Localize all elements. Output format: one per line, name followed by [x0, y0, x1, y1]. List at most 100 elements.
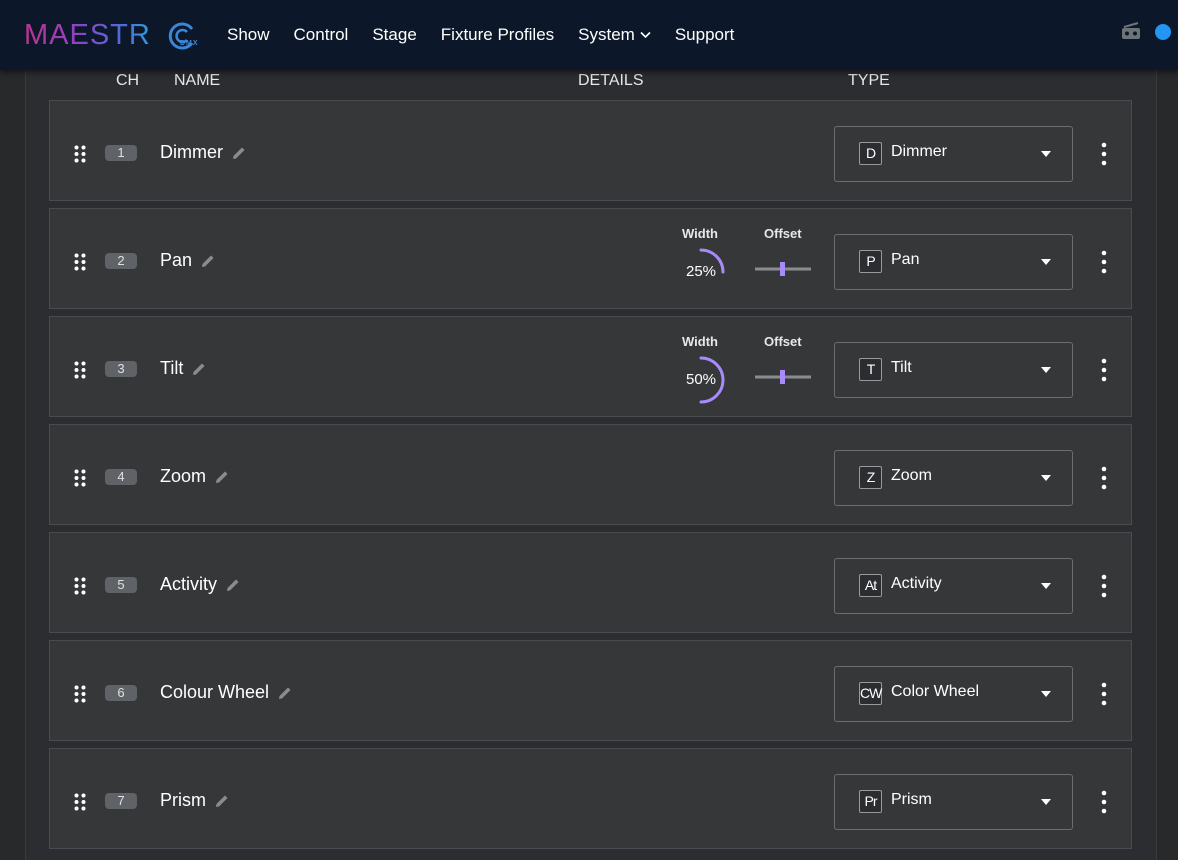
width-label: Width — [682, 226, 718, 241]
edit-pencil-icon[interactable] — [214, 469, 230, 485]
channel-name-label: Tilt — [160, 358, 184, 378]
dmx-device-icon[interactable] — [1120, 22, 1142, 42]
caret-down-icon — [1041, 475, 1051, 481]
type-select-value: Tilt — [891, 359, 912, 376]
edit-pencil-icon[interactable] — [214, 793, 230, 809]
column-header-details: DETAILS — [578, 72, 644, 89]
drag-handle-icon[interactable] — [74, 361, 86, 379]
type-select[interactable]: T Tilt — [834, 342, 1073, 398]
drag-handle-icon[interactable] — [74, 685, 86, 703]
caret-down-icon — [1041, 151, 1051, 157]
channel-row: 1 Dimmer D Dimmer — [49, 100, 1132, 201]
edit-pencil-icon[interactable] — [231, 145, 247, 161]
caret-down-icon — [1041, 259, 1051, 265]
column-header-name: NAME — [174, 72, 221, 89]
type-abbr-badge: Z — [859, 466, 882, 489]
more-options-icon[interactable] — [1101, 358, 1107, 382]
nav-stage[interactable]: Stage — [372, 25, 416, 45]
width-value: 25% — [686, 263, 717, 280]
drag-handle-icon[interactable] — [74, 577, 86, 595]
drag-handle-icon[interactable] — [74, 145, 86, 163]
nav-system-label: System — [578, 25, 635, 44]
offset-slider[interactable] — [755, 261, 811, 277]
more-options-icon[interactable] — [1101, 574, 1107, 598]
edit-pencil-icon[interactable] — [191, 361, 207, 377]
type-select-value: Prism — [891, 791, 932, 808]
more-options-icon[interactable] — [1101, 250, 1107, 274]
channel-number-badge: 7 — [105, 793, 137, 809]
type-select-value: Color Wheel — [891, 683, 980, 700]
offset-label: Offset — [764, 334, 802, 349]
top-navbar: MAESTR DMX Show Control Stage Fixture Pr… — [0, 0, 1178, 70]
channel-row: 7 Prism Pr Prism — [49, 748, 1132, 849]
channel-name-label: Dimmer — [160, 142, 223, 162]
offset-label: Offset — [764, 226, 802, 241]
nav-fixture-profiles[interactable]: Fixture Profiles — [441, 25, 554, 45]
column-header-type: TYPE — [848, 72, 890, 89]
nav-support[interactable]: Support — [675, 25, 735, 45]
offset-slider[interactable] — [755, 369, 811, 385]
channel-number-badge: 4 — [105, 469, 137, 485]
nav-show-label: Show — [227, 25, 270, 44]
channel-name: Zoom — [160, 466, 230, 487]
type-abbr-badge: CW — [859, 682, 882, 705]
channel-name: Prism — [160, 790, 230, 811]
type-abbr-badge: T — [859, 358, 882, 381]
more-options-icon[interactable] — [1101, 466, 1107, 490]
type-select[interactable]: Pr Prism — [834, 774, 1073, 830]
channel-row: 5 Activity At Activity — [49, 532, 1132, 633]
channel-name-label: Activity — [160, 574, 218, 594]
nav-system[interactable]: System — [578, 25, 651, 45]
channel-number-badge: 5 — [105, 577, 137, 593]
nav-fixture-profiles-label: Fixture Profiles — [440, 25, 555, 44]
channel-number-badge: 2 — [105, 253, 137, 269]
type-select[interactable]: P Pan — [834, 234, 1073, 290]
channel-name-label: Pan — [160, 250, 193, 270]
nav-stage-label: Stage — [372, 25, 417, 44]
edit-pencil-icon[interactable] — [200, 253, 216, 269]
type-abbr-badge: Pr — [859, 790, 882, 813]
width-label: Width — [682, 334, 718, 349]
channel-row: 3 Tilt Width 50% Offset T Tilt — [49, 316, 1132, 417]
channel-row: 6 Colour Wheel CW Color Wheel — [49, 640, 1132, 741]
nav-control-label: Control — [293, 25, 349, 44]
channel-name: Colour Wheel — [160, 682, 293, 703]
type-select-value: Activity — [891, 575, 942, 592]
type-select[interactable]: D Dimmer — [834, 126, 1073, 182]
logo-text: MAESTR — [24, 19, 151, 51]
channel-name: Activity — [160, 574, 241, 595]
type-select-value: Dimmer — [891, 143, 947, 160]
type-abbr-badge: P — [859, 250, 882, 273]
channel-name: Tilt — [160, 358, 207, 379]
drag-handle-icon[interactable] — [74, 253, 86, 271]
type-select[interactable]: Z Zoom — [834, 450, 1073, 506]
channel-name-label: Colour Wheel — [160, 682, 270, 702]
more-options-icon[interactable] — [1101, 682, 1107, 706]
nav-show[interactable]: Show — [227, 25, 270, 45]
type-select[interactable]: At Activity — [834, 558, 1073, 614]
type-abbr-badge: D — [859, 142, 882, 165]
chevron-down-icon — [640, 31, 651, 39]
width-value: 50% — [686, 371, 717, 388]
connection-status-dot — [1155, 24, 1171, 40]
main-nav: Show Control Stage Fixture Profiles Syst… — [227, 0, 758, 70]
channel-row: 2 Pan Width 25% Offset P Pan — [49, 208, 1132, 309]
edit-pencil-icon[interactable] — [277, 685, 293, 701]
type-select-value: Pan — [891, 251, 920, 268]
type-select-value: Zoom — [891, 467, 932, 484]
drag-handle-icon[interactable] — [74, 469, 86, 487]
channel-number-badge: 1 — [105, 145, 137, 161]
more-options-icon[interactable] — [1101, 790, 1107, 814]
channel-name-label: Zoom — [160, 466, 207, 486]
drag-handle-icon[interactable] — [74, 793, 86, 811]
caret-down-icon — [1041, 799, 1051, 805]
edit-pencil-icon[interactable] — [225, 577, 241, 593]
more-options-icon[interactable] — [1101, 142, 1107, 166]
caret-down-icon — [1041, 367, 1051, 373]
column-header-ch: CH — [116, 72, 140, 89]
nav-control[interactable]: Control — [294, 25, 349, 45]
channel-number-badge: 6 — [105, 685, 137, 701]
type-abbr-badge: At — [859, 574, 882, 597]
type-select[interactable]: CW Color Wheel — [834, 666, 1073, 722]
caret-down-icon — [1041, 691, 1051, 697]
